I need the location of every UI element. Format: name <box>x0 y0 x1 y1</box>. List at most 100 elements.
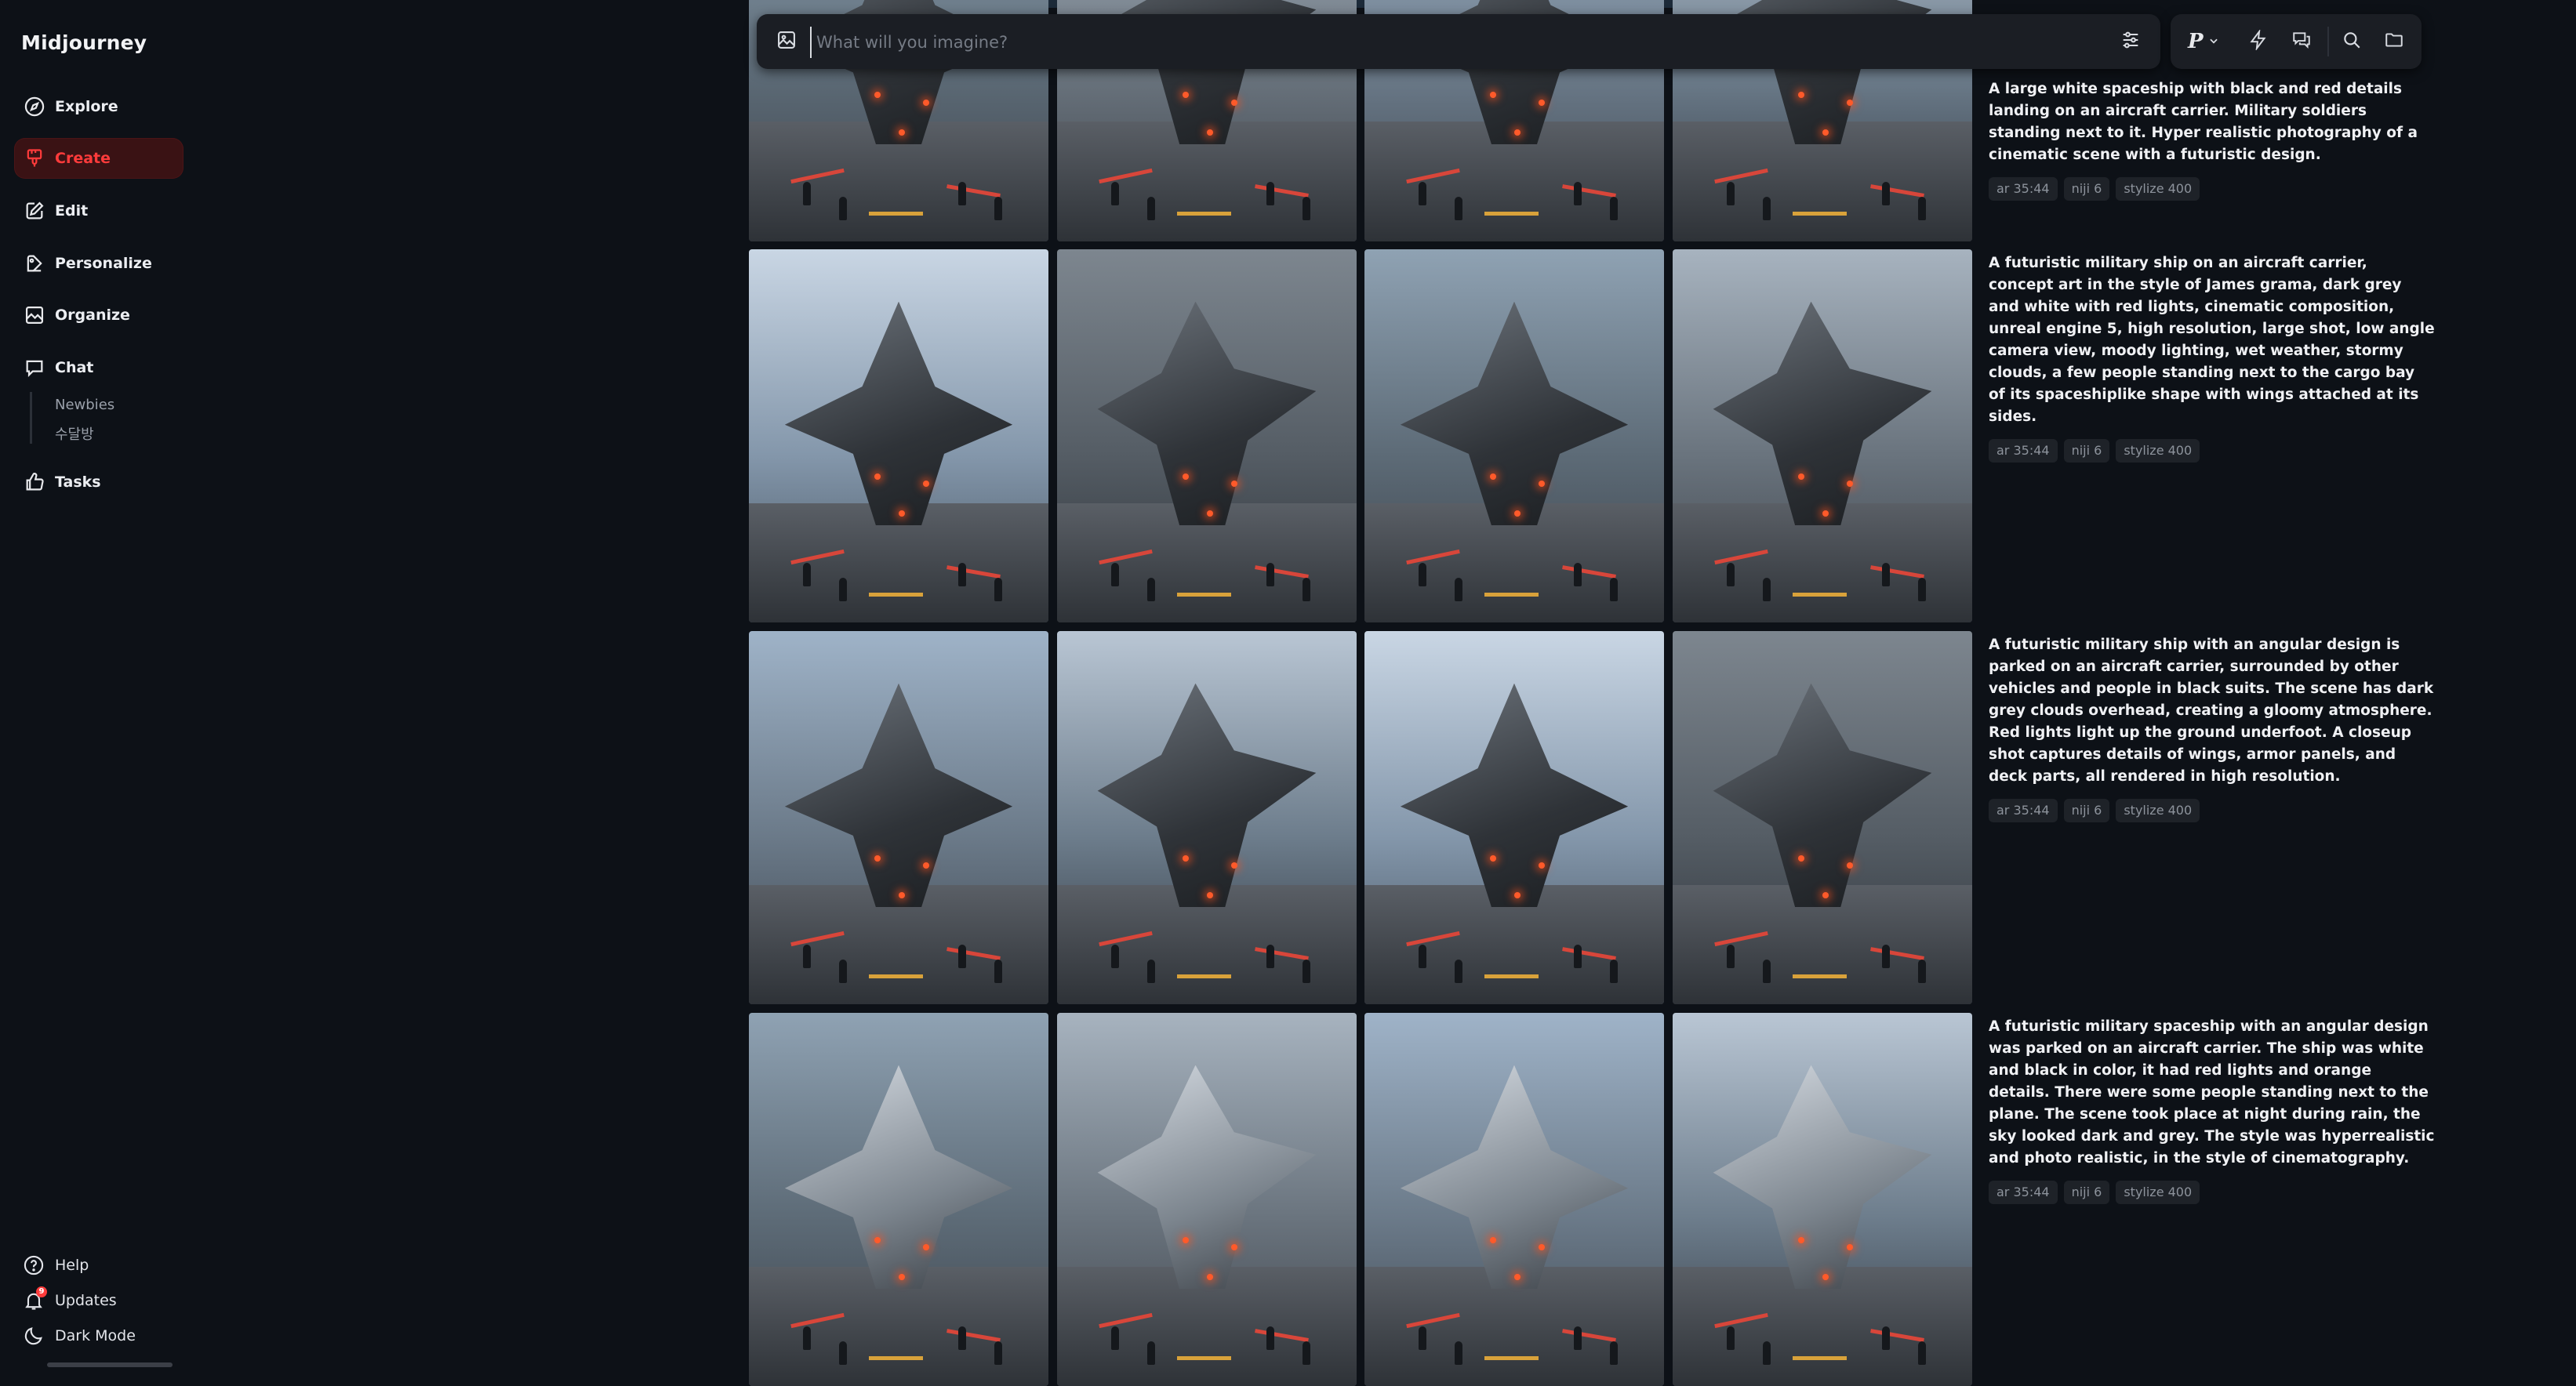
generated-image[interactable] <box>1057 249 1357 622</box>
tag-model[interactable]: niji 6 <box>2063 177 2110 201</box>
tag-aspect-ratio[interactable]: ar 35:44 <box>1989 177 2058 201</box>
soldier-figure <box>1918 577 1927 601</box>
soldier-figure <box>1762 1341 1771 1365</box>
nav-chat[interactable]: Chat <box>14 347 183 388</box>
tag-aspect-ratio[interactable]: ar 35:44 <box>1989 439 2058 463</box>
search-button[interactable] <box>2338 28 2365 55</box>
nav-label: Chat <box>55 359 94 376</box>
soldier-figure <box>1762 959 1771 983</box>
prompt-text[interactable]: A futuristic military ship with an angul… <box>1989 634 2436 788</box>
soldier-figure <box>1726 181 1735 205</box>
soldier-figure <box>1574 944 1582 968</box>
soldier-figure <box>1418 181 1426 205</box>
nav-personalize[interactable]: Personalize <box>14 243 183 284</box>
generated-image[interactable] <box>1057 1013 1357 1386</box>
soldier-figure <box>1146 196 1155 220</box>
tag-model[interactable]: niji 6 <box>2063 799 2110 822</box>
nav-organize[interactable]: Organize <box>14 295 183 336</box>
soldier-figure <box>1610 196 1619 220</box>
generated-image[interactable] <box>1673 631 1972 1004</box>
prompt-text[interactable]: A futuristic military spaceship with an … <box>1989 1016 2436 1170</box>
tag-model[interactable]: niji 6 <box>2063 1181 2110 1204</box>
deck-stripe <box>868 211 923 216</box>
app-logo[interactable]: Midjourney <box>21 31 147 54</box>
red-light <box>1846 1244 1853 1251</box>
red-light <box>1538 1244 1545 1251</box>
job-prompt-4: A futuristic military spaceship with an … <box>1989 1016 2436 1204</box>
soldier-figure <box>1574 181 1582 205</box>
tag-stylize[interactable]: stylize 400 <box>2116 177 2200 201</box>
soldier-figure <box>1918 959 1927 983</box>
folder-button[interactable] <box>2381 28 2407 55</box>
folder-icon <box>2384 30 2404 53</box>
tag-stylize[interactable]: stylize 400 <box>2116 1181 2200 1204</box>
soldier-figure <box>1418 1326 1426 1350</box>
generated-image[interactable] <box>1673 249 1972 622</box>
chevron-down-icon <box>2208 34 2219 49</box>
sidebar-scrollbar[interactable] <box>47 1362 173 1367</box>
soldier-figure <box>1418 944 1426 968</box>
nav-edit[interactable]: Edit <box>14 190 183 231</box>
spaceship-shape <box>784 683 1013 908</box>
speed-button[interactable] <box>2245 28 2272 55</box>
generated-image[interactable] <box>1057 631 1357 1004</box>
soldier-figure <box>1726 562 1735 586</box>
prompt-input[interactable] <box>810 27 1994 58</box>
generated-image[interactable] <box>1364 1013 1664 1386</box>
generated-image[interactable] <box>1364 631 1664 1004</box>
soldier-figure <box>1266 944 1275 968</box>
soldier-figure <box>802 1326 811 1350</box>
dark-mode-toggle[interactable]: Dark Mode <box>22 1323 136 1348</box>
help-link[interactable]: Help <box>22 1253 89 1278</box>
red-light <box>899 129 905 136</box>
deck-stripe <box>868 974 923 978</box>
updates-link[interactable]: 9 Updates <box>22 1286 117 1313</box>
chat-subtree-line <box>30 392 32 444</box>
tag-stylize[interactable]: stylize 400 <box>2116 439 2200 463</box>
spaceship-shape <box>784 301 1013 526</box>
red-light <box>1230 862 1237 869</box>
nav-create[interactable]: Create <box>14 138 183 179</box>
deck-stripe <box>868 1355 923 1360</box>
soldier-figure <box>838 1341 847 1365</box>
personalize-toggle[interactable]: P <box>2188 28 2235 55</box>
deck-stripe <box>1792 592 1847 597</box>
deck-stripe <box>1792 211 1847 216</box>
nav-explore[interactable]: Explore <box>14 86 183 127</box>
soldier-figure <box>994 577 1003 601</box>
soldier-figure <box>802 944 811 968</box>
settings-button[interactable] <box>2117 28 2144 55</box>
nav-tasks[interactable]: Tasks <box>14 462 183 503</box>
prompt-text[interactable]: A futuristic military ship on an aircraf… <box>1989 252 2436 428</box>
red-light <box>1846 99 1853 106</box>
generated-image[interactable] <box>1364 249 1664 622</box>
red-light <box>1514 129 1521 136</box>
deck-stripe <box>1484 592 1539 597</box>
deck-stripe <box>1792 974 1847 978</box>
red-light <box>922 481 929 488</box>
tag-aspect-ratio[interactable]: ar 35:44 <box>1989 799 2058 822</box>
chat-room-sudalbang[interactable]: 수달방 <box>55 423 94 444</box>
soldier-figure <box>1110 181 1119 205</box>
tag-stylize[interactable]: stylize 400 <box>2116 799 2200 822</box>
spaceship-shape <box>1097 301 1317 526</box>
nav-label: Explore <box>55 98 118 115</box>
tag-model[interactable]: niji 6 <box>2063 439 2110 463</box>
tag-aspect-ratio[interactable]: ar 35:44 <box>1989 1181 2058 1204</box>
generated-image[interactable] <box>749 631 1048 1004</box>
help-icon <box>22 1254 45 1277</box>
soldier-figure <box>1726 1326 1735 1350</box>
generated-image[interactable] <box>749 249 1048 622</box>
soldier-figure <box>1418 562 1426 586</box>
image-upload-button[interactable] <box>774 29 799 54</box>
thumbs-up-icon <box>22 470 47 495</box>
soldier-figure <box>1454 577 1462 601</box>
spaceship-shape <box>1097 1065 1317 1290</box>
help-label: Help <box>55 1257 89 1274</box>
chat-room-newbies[interactable]: Newbies <box>55 397 114 413</box>
generated-image[interactable] <box>1673 1013 1972 1386</box>
brush-icon <box>22 146 47 171</box>
generated-image[interactable] <box>749 1013 1048 1386</box>
prompt-text[interactable]: A large white spaceship with black and r… <box>1989 78 2436 166</box>
chat-mode-button[interactable] <box>2288 28 2315 55</box>
